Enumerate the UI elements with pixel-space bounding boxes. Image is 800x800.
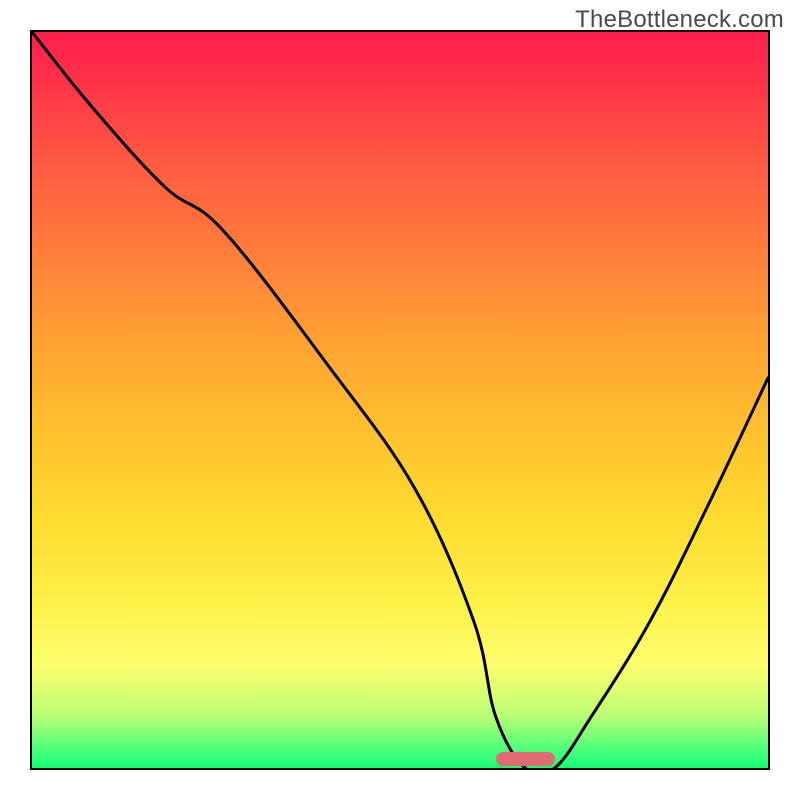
plot-frame [30, 30, 770, 770]
bottleneck-curve [32, 32, 768, 768]
chart-container: TheBottleneck.com [0, 0, 800, 800]
optimal-range-marker [496, 752, 555, 766]
watermark-text: TheBottleneck.com [575, 6, 784, 34]
